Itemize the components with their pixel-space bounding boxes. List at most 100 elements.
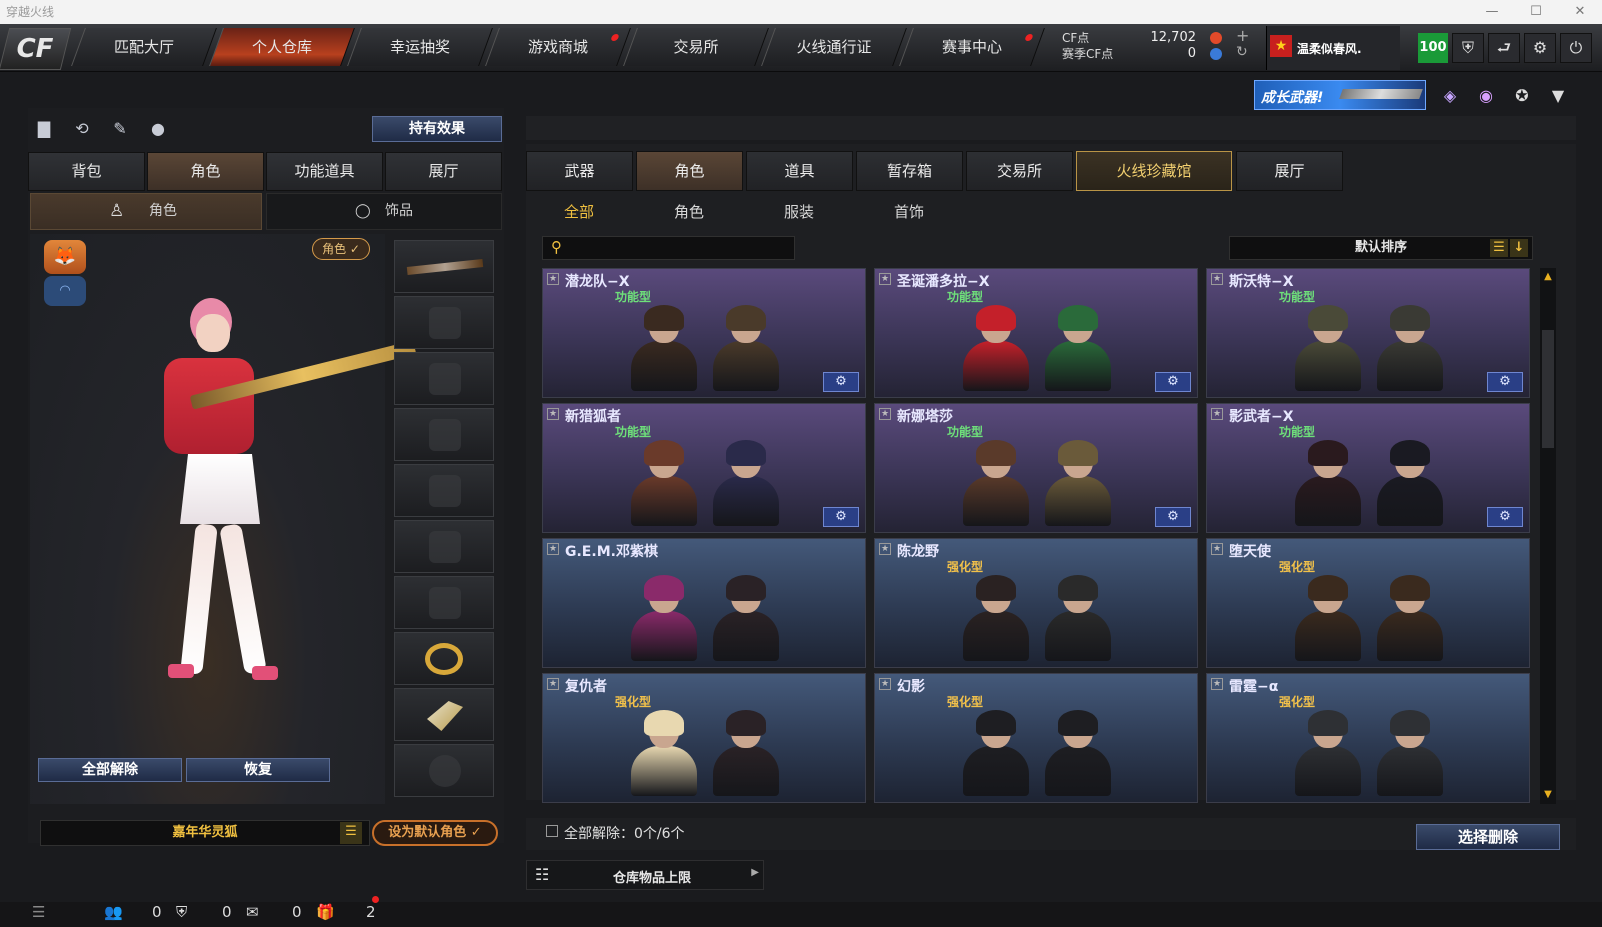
edit-character-icon[interactable]: ✎	[108, 117, 132, 141]
badge-icon[interactable]: ◈	[1438, 84, 1462, 108]
subtab-accessory[interactable]: ◯ 饰品	[266, 193, 502, 230]
stats-icon[interactable]: ▇	[32, 117, 56, 141]
gear-icon[interactable]: ⚙	[1524, 33, 1556, 63]
favorite-star-icon[interactable]: ★	[547, 678, 559, 690]
slot-vest[interactable]	[394, 408, 494, 461]
close-icon[interactable]: ✕	[1558, 0, 1602, 24]
slot-armor[interactable]	[394, 520, 494, 573]
favorite-star-icon[interactable]: ★	[1211, 273, 1223, 285]
fox-badge-icon[interactable]: 🦊	[44, 240, 86, 274]
favorite-star-icon[interactable]: ★	[547, 543, 559, 555]
sort-menu-icon[interactable]: ☰	[1490, 239, 1508, 257]
rtab-characters[interactable]: 角色	[636, 151, 743, 191]
level-badge[interactable]: 100	[1418, 33, 1448, 63]
slot-ring[interactable]	[394, 632, 494, 685]
select-delete-button[interactable]: 选择删除	[1416, 824, 1560, 850]
favorite-star-icon[interactable]: ★	[879, 678, 891, 690]
subtab-character[interactable]: ♙ 角色	[30, 193, 262, 230]
rtab-collection[interactable]: 火线珍藏馆	[1076, 151, 1232, 191]
award-icon[interactable]: ✪	[1510, 84, 1534, 108]
refresh-icon[interactable]: ↻	[1236, 44, 1248, 60]
tab-showroom[interactable]: 展厅	[385, 152, 502, 191]
clan-icon[interactable]: ⛨	[176, 903, 187, 921]
character-card[interactable]: ★ 陈龙野 强化型	[874, 538, 1198, 668]
tab-function-items[interactable]: 功能道具	[266, 152, 383, 191]
favorite-star-icon[interactable]: ★	[547, 273, 559, 285]
globe-icon[interactable]: ◉	[1474, 84, 1498, 108]
clear-all-button[interactable]: 全部解除	[38, 758, 182, 782]
history-icon[interactable]: ⟲	[70, 117, 94, 141]
storage-limit-bar[interactable]: ☷ 仓库物品上限 ▶	[526, 860, 764, 890]
filter-all[interactable]: 全部	[564, 201, 594, 222]
friends-icon[interactable]: 👥	[104, 903, 123, 921]
settings-gear-icon[interactable]: ⚙	[1155, 372, 1191, 392]
slot-bracelet[interactable]	[394, 744, 494, 797]
slot-charm[interactable]	[394, 688, 494, 741]
scroll-up-icon[interactable]: ▲	[1542, 270, 1554, 284]
restore-button[interactable]: 恢复	[186, 758, 330, 782]
bag-icon[interactable]: ●	[146, 117, 170, 141]
favorite-star-icon[interactable]: ★	[879, 408, 891, 420]
character-card[interactable]: ★ 影武者−X 功能型 ⚙	[1206, 403, 1530, 533]
return-icon[interactable]: ⮐	[1488, 33, 1520, 63]
mask-badge-icon[interactable]: ◠	[44, 276, 86, 306]
favorite-star-icon[interactable]: ★	[1211, 543, 1223, 555]
slot-eyewear[interactable]	[394, 352, 494, 405]
settings-gear-icon[interactable]: ⚙	[823, 372, 859, 392]
add-points-icon[interactable]: +	[1236, 26, 1249, 45]
nav-tab-events[interactable]: 赛事中心	[899, 28, 1045, 66]
tab-backpack[interactable]: 背包	[28, 152, 145, 191]
scroll-thumb[interactable]	[1542, 330, 1554, 448]
sort-direction-icon[interactable]: ↓	[1510, 239, 1528, 257]
expand-icon[interactable]: ▶	[751, 867, 759, 878]
slot-helmet[interactable]	[394, 296, 494, 349]
character-card[interactable]: ★ 圣诞潘多拉−X 功能型 ⚙	[874, 268, 1198, 398]
character-card[interactable]: ★ G.E.M.邓紫棋	[542, 538, 866, 668]
character-card[interactable]: ★ 潜龙队−X 功能型 ⚙	[542, 268, 866, 398]
nav-tab-pass[interactable]: 火线通行证	[761, 28, 907, 66]
character-card[interactable]: ★ 斯沃特−X 功能型 ⚙	[1206, 268, 1530, 398]
character-card[interactable]: ★ 雷霆−α 强化型	[1206, 673, 1530, 803]
menu-icon[interactable]: ☰	[32, 903, 45, 921]
gift-icon[interactable]: 🎁	[316, 903, 335, 921]
character-preview[interactable]: 🦊 ◠ 角色 ✓ 全部解除 恢复	[30, 234, 417, 804]
settings-gear-icon[interactable]: ⚙	[1487, 507, 1523, 527]
character-card[interactable]: ★ 新娜塔莎 功能型 ⚙	[874, 403, 1198, 533]
growth-weapon-banner[interactable]: 成长武器!	[1254, 80, 1426, 110]
sort-select[interactable]: 默认排序 ☰ ↓	[1229, 236, 1533, 260]
set-default-character-button[interactable]: 设为默认角色 ✓	[372, 820, 498, 846]
chat-icon[interactable]: ✉	[246, 903, 259, 921]
settings-gear-icon[interactable]: ⚙	[823, 507, 859, 527]
settings-gear-icon[interactable]: ⚙	[1155, 507, 1191, 527]
search-input[interactable]: ⚲	[542, 236, 795, 260]
card-scrollbar[interactable]: ▲ ▼	[1540, 268, 1556, 804]
favorite-star-icon[interactable]: ★	[879, 273, 891, 285]
shield-icon[interactable]: ⛨	[1452, 33, 1484, 63]
scroll-down-icon[interactable]: ▼	[1542, 788, 1554, 802]
favorite-star-icon[interactable]: ★	[547, 408, 559, 420]
rtab-temp-box[interactable]: 暂存箱	[856, 151, 963, 191]
settings-gear-icon[interactable]: ⚙	[1487, 372, 1523, 392]
v-icon[interactable]: ▼	[1546, 84, 1570, 108]
filter-clothing[interactable]: 服装	[784, 201, 814, 222]
nav-tab-lucky-draw[interactable]: 幸运抽奖	[347, 28, 493, 66]
slot-pants[interactable]	[394, 576, 494, 629]
tab-character[interactable]: 角色	[147, 152, 264, 191]
character-card[interactable]: ★ 幻影 强化型	[874, 673, 1198, 803]
nav-tab-warehouse[interactable]: 个人仓库	[209, 28, 355, 66]
rtab-showroom[interactable]: 展厅	[1236, 151, 1343, 191]
slot-primary-weapon[interactable]	[394, 240, 494, 293]
list-icon[interactable]: ☰	[340, 822, 362, 844]
filter-character[interactable]: 角色	[674, 201, 704, 222]
favorite-star-icon[interactable]: ★	[1211, 678, 1223, 690]
character-card[interactable]: ★ 新猎狐者 功能型 ⚙	[542, 403, 866, 533]
power-icon[interactable]: ⏻	[1560, 33, 1592, 63]
rtab-items[interactable]: 道具	[746, 151, 853, 191]
nav-tab-shop[interactable]: 游戏商城	[485, 28, 631, 66]
nav-tab-exchange[interactable]: 交易所	[623, 28, 769, 66]
maximize-icon[interactable]: ☐	[1514, 0, 1558, 24]
rtab-weapons[interactable]: 武器	[526, 151, 633, 191]
cf-logo[interactable]: CF	[0, 28, 72, 70]
bookmark-icon[interactable]	[546, 825, 558, 837]
rtab-exchange[interactable]: 交易所	[966, 151, 1073, 191]
